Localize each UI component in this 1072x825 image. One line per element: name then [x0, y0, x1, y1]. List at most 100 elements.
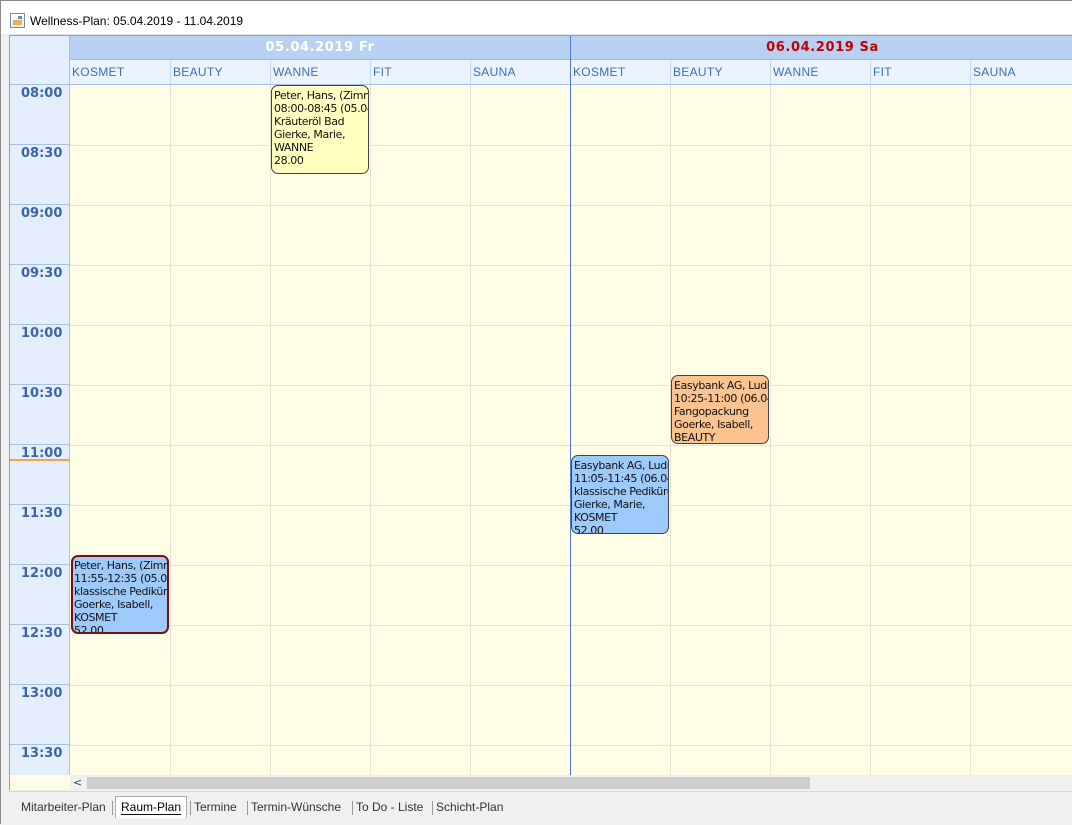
scroll-left-arrow[interactable]: < — [73, 775, 82, 790]
time-slot: 08:00 — [10, 85, 70, 145]
planner-corner — [10, 36, 70, 85]
appointment-line: KOSMET — [74, 611, 118, 624]
time-label: 12:00 — [21, 566, 63, 581]
grid-column-line — [770, 85, 771, 775]
schedule-grid[interactable]: Peter, Hans, (Zimme08:00-08:45 (05.04.Kr… — [70, 85, 1072, 775]
grid-column-line — [870, 85, 871, 775]
grid-row-line — [70, 565, 1072, 566]
room-header-day1-sauna[interactable]: SAUNA — [970, 60, 1070, 85]
room-header-day1-wanne[interactable]: WANNE — [770, 60, 870, 85]
tab-to-do-liste[interactable]: To Do - Liste — [351, 797, 423, 817]
appointment-line: 28.00 — [274, 154, 304, 167]
room-planner[interactable]: 05.04.2019 Fr 06.04.2019 Sa KOSMET BEAUT… — [9, 35, 1072, 790]
appointment-line: Gierke, Marie, — [274, 128, 346, 141]
room-header-day0-wanne[interactable]: WANNE — [270, 60, 370, 85]
appointment-kosmet-1105[interactable]: Easybank AG, Ludm 11:05-11:45 (06.04. klas… — [571, 455, 669, 534]
time-slot: 10:30 — [10, 385, 70, 445]
tab-mitarbeiter-plan[interactable]: Mitarbeiter-Plan — [21, 797, 106, 817]
time-label: 09:30 — [21, 266, 63, 281]
title-bar: Wellness-Plan: 05.04.2019 - 11.04.2019 — [1, 1, 1072, 35]
room-header-day1-beauty[interactable]: BEAUTY — [670, 60, 770, 85]
time-label: 08:30 — [21, 146, 63, 161]
tab-termine[interactable]: Termine — [190, 797, 237, 817]
room-header-day0-sauna[interactable]: SAUNA — [470, 60, 570, 85]
room-header-day0-beauty[interactable]: BEAUTY — [170, 60, 270, 85]
room-header-row: KOSMET BEAUTY WANNE FIT SAUNA KOSMET BEA… — [70, 60, 1072, 85]
grid-row-line — [70, 265, 1072, 266]
grid-column-line — [470, 85, 471, 775]
current-time-marker — [10, 459, 70, 461]
grid-row-line — [70, 685, 1072, 686]
time-slot: 13:00 — [10, 685, 70, 745]
time-slot: 10:00 — [10, 325, 70, 385]
time-label: 11:30 — [21, 506, 63, 521]
time-label: 09:00 — [21, 206, 63, 221]
room-header-day0-fit[interactable]: FIT — [370, 60, 470, 85]
appointment-kosmet-1155[interactable]: Peter, Hans, (Zimme11:55-12:35 (05.04.kl… — [71, 555, 169, 634]
time-slot: 12:00 — [10, 565, 70, 625]
grid-column-line — [370, 85, 371, 775]
window-title: Wellness-Plan: 05.04.2019 - 11.04.2019 — [30, 14, 244, 28]
wellness-plan-window: Wellness-Plan: 05.04.2019 - 11.04.2019 0… — [0, 0, 1072, 825]
time-slot: 11:30 — [10, 505, 70, 565]
tab-schicht-plan[interactable]: Schicht-Plan — [431, 797, 503, 817]
appointment-line: Kräuteröl Bad — [274, 115, 345, 128]
grid-row-line — [70, 145, 1072, 146]
grid-row-line — [70, 325, 1072, 326]
scrollbar-thumb[interactable] — [87, 777, 810, 789]
appointment-line: BEAUTY — [674, 431, 716, 444]
room-header-day1-kosmet[interactable]: KOSMET — [570, 60, 670, 85]
appointment-line: 52.00 — [574, 524, 604, 534]
time-slot: 09:30 — [10, 265, 70, 325]
day-header-0[interactable]: 05.04.2019 Fr — [70, 36, 570, 60]
grid-row-line — [70, 745, 1072, 746]
grid-row-line — [70, 625, 1072, 626]
appointment-line: klassische Pediküre — [74, 585, 169, 598]
appointment-wanne-0800[interactable]: Peter, Hans, (Zimme08:00-08:45 (05.04.Kr… — [271, 85, 369, 174]
time-label: 12:30 — [21, 626, 63, 641]
time-label: 08:00 — [21, 86, 63, 101]
appointment-line: 11:55-12:35 (05.04. — [74, 572, 169, 585]
plan-tabs: Mitarbeiter-Plan Raum-Plan Termine Termi… — [9, 791, 1072, 825]
room-header-day1-fit[interactable]: FIT — [870, 60, 970, 85]
time-slot: 09:00 — [10, 205, 70, 265]
time-slot: 11:00 — [10, 445, 70, 505]
appointment-line: Gierke, Marie, — [574, 498, 646, 511]
appointment-line: Fangopackung — [674, 405, 749, 418]
appointment-beauty-1025[interactable]: Easybank AG, Ludm 10:25-11:00 (06.04. Fang… — [671, 375, 769, 444]
appointment-line: 52.00 — [74, 624, 104, 634]
window-icon — [10, 13, 25, 28]
appointment-line: Goerke, Isabell, — [74, 598, 153, 611]
appointment-line: 11:05-11:45 (06.04. — [574, 472, 669, 485]
tab-termin-wuensche[interactable]: Termin-Wünsche — [246, 797, 341, 817]
room-header-day0-kosmet[interactable]: KOSMET — [70, 60, 170, 85]
day-separator — [570, 36, 571, 776]
tab-raum-plan[interactable]: Raum-Plan — [111, 796, 188, 818]
appointment-line: klassische Pediküre — [574, 485, 669, 498]
time-label: 10:00 — [21, 326, 63, 341]
time-slot: 08:30 — [10, 145, 70, 205]
time-slot: 13:30 — [10, 745, 70, 790]
appointment-line: Goerke, Isabell, — [674, 418, 753, 431]
grid-row-line — [70, 205, 1072, 206]
appointment-line: KOSMET — [574, 511, 618, 524]
grid-column-line — [270, 85, 271, 775]
appointment-line: Easybank AG, Ludm — [674, 379, 769, 392]
time-label: 10:30 — [21, 386, 63, 401]
time-label: 13:30 — [21, 746, 63, 761]
appointment-line: 08:00-08:45 (05.04. — [274, 102, 369, 115]
time-label: 13:00 — [21, 686, 63, 701]
grid-row-line — [70, 385, 1072, 386]
horizontal-scrollbar[interactable]: < — [70, 775, 1072, 790]
grid-column-line — [970, 85, 971, 775]
grid-column-line — [170, 85, 171, 775]
day-header-1[interactable]: 06.04.2019 Sa — [571, 36, 1072, 60]
appointment-line: 10:25-11:00 (06.04. — [674, 392, 769, 405]
appointment-line: Easybank AG, Ludm — [574, 459, 669, 472]
time-slot: 12:30 — [10, 625, 70, 685]
time-column: 08:00 08:30 09:00 09:30 10:00 10:30 11:0… — [10, 85, 70, 775]
appointment-line: Peter, Hans, (Zimme — [74, 559, 167, 572]
appointment-line: WANNE — [274, 141, 314, 154]
appointment-line: Peter, Hans, (Zimme — [274, 89, 368, 102]
grid-row-line — [70, 445, 1072, 446]
